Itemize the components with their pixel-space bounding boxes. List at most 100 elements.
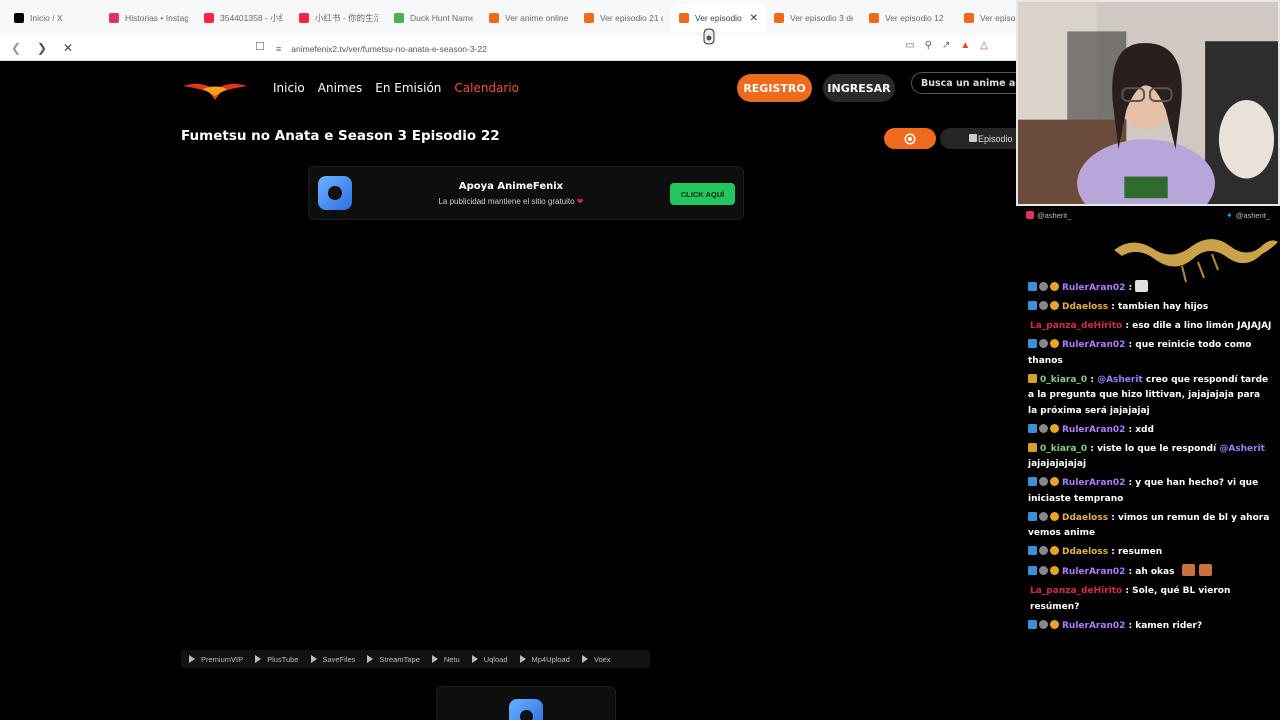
browser-tab[interactable]: Ver episo [956,4,1016,32]
gift-badge-icon [1050,282,1059,291]
chat-message: 0_kiara_0 : @Asherit creo que respondí t… [1028,373,1269,416]
chat-message: 0_kiara_0 : viste lo que le respondí @As… [1028,442,1265,469]
stream-socials: @asherit_ ✦ @asherit_ [1016,206,1280,224]
server-option[interactable]: Uqload [471,654,508,664]
back-icon[interactable]: ❮ [6,38,26,58]
chat-username[interactable]: 0_kiara_0 [1040,444,1087,454]
episodes-list-button[interactable]: Episodio [940,128,1016,149]
animefenix-icon [774,13,784,23]
tab-label: Ver episodio [695,13,742,23]
chat-username[interactable]: Ddaeloss [1062,513,1108,523]
chat-username[interactable]: Ddaeloss [1062,547,1108,557]
server-option[interactable]: PremiumVIP [189,655,243,664]
chat-username[interactable]: RulerAran02 [1062,425,1125,435]
browser-tab[interactable]: 354401358 - 小红 [196,4,291,32]
browser-toolbar-icons: ▭ ⚲ ↗ ▲ △ [905,40,988,51]
server-option[interactable]: Voex [581,655,611,664]
browser-address-bar: ❮ ❯ ✕ ☐ ≡ animefenix2.tv/ver/fumetsu-no-… [0,36,1016,61]
browser-tab[interactable]: Inicio / X [6,4,101,32]
chat-text: eso dile a lino limón JAJAJAJ [1132,321,1272,331]
browser-tab[interactable]: Ver episodio 12 [861,4,956,32]
login-button[interactable]: INGRESAR [823,74,895,102]
episode-option-button[interactable] [884,128,936,149]
prime-badge-icon [1028,301,1037,310]
forward-icon[interactable]: ❯ [32,38,52,58]
play-icon [471,655,478,663]
browser-tab[interactable]: Ver episodio 3 de [766,4,861,32]
animefenix-logo[interactable] [181,78,249,100]
server-label: StreamTape [379,654,420,664]
server-option[interactable]: StreamTape [367,654,420,664]
chat-text: viste lo que le respondí [1097,443,1217,454]
chat-message: RulerAran02 : que reinicie todo como tha… [1028,339,1252,366]
chat-username[interactable]: 0_kiara_0 [1040,375,1087,385]
server-option[interactable]: SaveFiles [310,655,355,664]
browser-tab[interactable]: Ver anime online [481,4,576,32]
bookmark-icon[interactable]: ☐ [255,40,265,53]
mod-badge-icon [1028,442,1037,452]
nav-animes[interactable]: Animes [318,81,362,95]
bear-emote-icon [1181,564,1195,576]
nav-en-emision[interactable]: En Emisión [375,81,441,95]
chat-username[interactable]: Ddaeloss [1062,302,1108,312]
list-icon [969,134,977,142]
server-label: Uqload [483,654,508,664]
chat-badges [1028,373,1037,383]
stop-loading-icon[interactable]: ✕ [58,38,78,58]
twitter-handle: ✦ @asherit_ [1226,210,1270,220]
play-icon [189,655,195,663]
play-icon [255,655,262,663]
anime-search-input[interactable]: Busca un anime aq [911,72,1016,94]
url-field[interactable]: ≡ animefenix2.tv/ver/fumetsu-no-anata-e-… [276,39,876,58]
banner-title: Apoya AnimeFenix [458,181,564,192]
server-option[interactable]: PlusTube [255,655,299,664]
chat-badges [1028,423,1059,433]
chat-text: kamen rider? [1135,620,1203,631]
play-icon [310,655,317,663]
chat-username[interactable]: RulerAran02 [1062,340,1125,350]
browser-tab[interactable]: Ver episodio 21 d [576,4,671,32]
brave-rewards-icon[interactable]: △ [980,40,988,51]
chat-username[interactable]: RulerAran02 [1062,621,1125,631]
chat-username[interactable]: RulerAran02 [1062,283,1125,293]
click-here-button[interactable]: CLICK AQUÍ [670,183,735,205]
server-option[interactable]: Mp4Upload [519,655,570,664]
share-icon[interactable]: ↗ [942,40,950,51]
close-tab-icon[interactable]: ✕ [750,13,758,24]
instagram-handle: @asherit_ [1026,211,1071,220]
sub-badge-icon [1039,566,1048,575]
bottom-support-card [436,686,616,720]
server-option[interactable]: Netu [431,655,460,664]
animefenix-icon [964,13,974,23]
brave-shield-icon[interactable]: ▲ [960,40,970,51]
dragon-decoration [1114,239,1278,283]
chat-mention[interactable]: @Asherit [1097,375,1143,385]
browser-tab[interactable]: Duck Hunt Name [386,4,481,32]
nav-inicio[interactable]: Inicio [273,81,305,95]
browser-tab[interactable]: 小红书 - 你的生活 [291,4,386,32]
chat-username[interactable]: La_panza_deHirito [1030,321,1122,331]
chat-mention[interactable]: @Asherit [1219,444,1265,454]
xiaohongshu-icon [204,13,214,23]
sub-badge-icon [1039,339,1048,348]
cast-icon[interactable]: ▭ [905,40,914,51]
x-icon [14,13,24,23]
register-button[interactable]: REGISTRO [737,74,812,102]
tab-label: 354401358 - 小红 [220,13,283,23]
browser-tab[interactable]: Historias • Instagr [101,4,196,32]
prime-badge-icon [1028,566,1037,575]
chat-username[interactable]: RulerAran02 [1062,567,1125,577]
tab-label: Ver episodio 12 [885,13,944,23]
zoom-icon[interactable]: ⚲ [925,40,932,51]
main-nav: Inicio Animes En Emisión Calendario [273,81,532,95]
chat-message: RulerAran02 : ah okas [1028,564,1272,581]
nav-calendario[interactable]: Calendario [454,81,519,95]
gift-badge-icon [1050,477,1059,486]
episode-title: Fumetsu no Anata e Season 3 Episodio 22 [181,128,500,144]
chat-username[interactable]: La_panza_deHirito [1030,586,1122,596]
chat-username[interactable]: RulerAran02 [1062,478,1125,488]
episodes-label: Episodio [978,133,1013,144]
site-settings-icon[interactable]: ≡ [276,44,281,54]
gift-badge-icon [1050,546,1059,555]
chat-badges [1028,301,1059,310]
